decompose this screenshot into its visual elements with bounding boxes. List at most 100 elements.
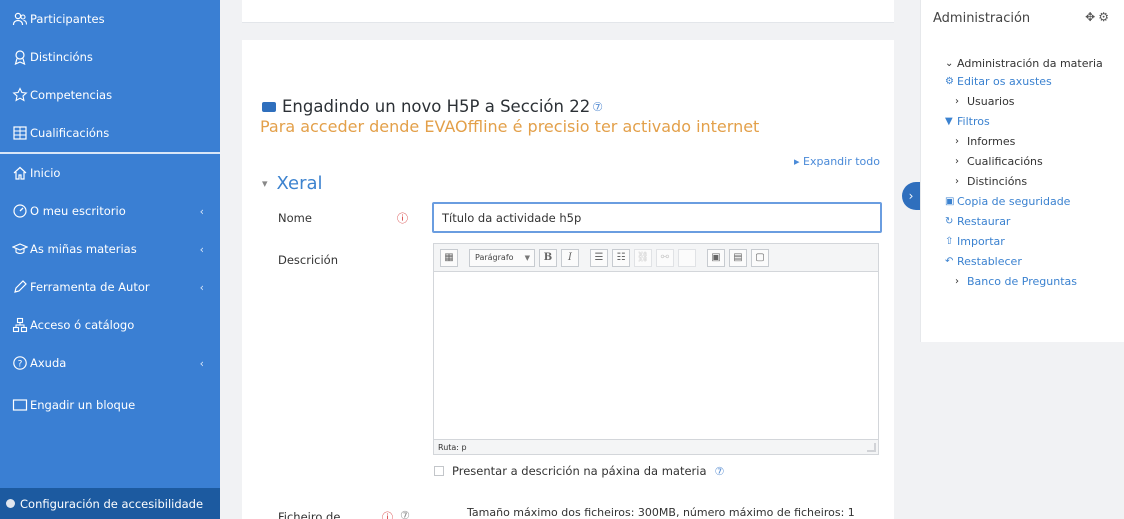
sidebar-item-label: Axuda xyxy=(30,356,67,370)
file-manager-button[interactable]: ▢ xyxy=(751,248,769,267)
chevron-left-icon: ‹ xyxy=(199,280,204,294)
admin-tree: ⌄ Administración da materia ⚙ Editar os … xyxy=(933,56,1119,292)
image-button[interactable]: ▣ xyxy=(707,248,725,267)
page-title-text: Engadindo un novo H5P a Sección 22 xyxy=(282,97,591,116)
badges-icon xyxy=(12,49,28,65)
chevron-right-icon: › xyxy=(955,156,959,167)
tree-node-label: Restaurar xyxy=(957,215,1011,228)
tree-node-grades[interactable]: › Cualificacións xyxy=(933,152,1119,172)
description-editor[interactable]: ▦ Parágrafo ▼ B I ☰ ☷ ⛓ ⚯ ▣ ▤ ▢ Ruta: p xyxy=(433,243,879,455)
tree-link-restore[interactable]: ↻ Restaurar xyxy=(933,212,1119,232)
show-description-checkbox[interactable] xyxy=(434,466,444,476)
numbered-list-button[interactable]: ☷ xyxy=(612,248,630,267)
help-icon[interactable]: ⑦ xyxy=(592,100,603,114)
sidebar-item-label: Ferramenta de Autor xyxy=(30,280,150,294)
sidebar-item-home[interactable]: Inicio xyxy=(0,154,220,192)
accessibility-label: Configuración de accesibilidade xyxy=(20,496,204,511)
chevron-right-icon: › xyxy=(908,189,914,203)
accessibility-settings[interactable]: Configuración de accesibilidade xyxy=(0,488,220,519)
import-icon: ⇧ xyxy=(945,236,954,247)
sidebar-item-dashboard[interactable]: O meu escritorio ‹ xyxy=(0,192,220,230)
name-input[interactable]: Título da actividade h5p xyxy=(432,202,882,233)
link-button[interactable]: ⛓ xyxy=(634,248,652,267)
toolbar-toggle-button[interactable]: ▦ xyxy=(440,248,458,267)
sidebar-item-participants[interactable]: Participantes xyxy=(0,0,220,38)
tree-node-course-admin[interactable]: ⌄ Administración da materia xyxy=(933,56,1119,72)
file-label: Ficheiro de xyxy=(278,510,341,519)
offline-warning: Para acceder dende EVAOffline é precisio… xyxy=(260,117,760,136)
help-icon[interactable]: ⑦ xyxy=(715,465,725,478)
description-label: Descrición xyxy=(278,253,339,267)
tree-node-label: Editar os axustes xyxy=(957,75,1052,88)
form-card: Engadindo un novo H5P a Sección 22 ⑦ Par… xyxy=(242,40,894,519)
move-icon[interactable]: ✥ xyxy=(1085,10,1098,24)
filter-icon: ▼ xyxy=(945,116,953,127)
chevron-right-icon: › xyxy=(955,136,959,147)
catalog-icon xyxy=(12,317,28,333)
tree-node-reports[interactable]: › Informes xyxy=(933,132,1119,152)
grades-icon xyxy=(12,125,28,141)
chevron-left-icon: ‹ xyxy=(199,356,204,370)
tree-link-edit-settings[interactable]: ⚙ Editar os axustes xyxy=(933,72,1119,92)
tree-link-filters[interactable]: ▼ Filtros xyxy=(933,112,1119,132)
disabled-button[interactable] xyxy=(678,248,696,267)
sidebar-item-my-courses[interactable]: As miñas materias ‹ xyxy=(0,230,220,268)
sidebar-item-author-tool[interactable]: Ferramenta de Autor ‹ xyxy=(0,268,220,306)
show-description-label: Presentar a descrición na páxina da mate… xyxy=(452,464,707,478)
toggle-blocks-button[interactable]: › xyxy=(902,182,920,210)
competencies-icon xyxy=(12,87,28,103)
file-limits: Tamaño máximo dos ficheiros: 300MB, núme… xyxy=(467,506,855,519)
tree-node-question-bank[interactable]: › Banco de Preguntas xyxy=(933,272,1119,292)
tree-node-badges[interactable]: › Distincións xyxy=(933,172,1119,192)
chevron-right-icon: › xyxy=(955,96,959,107)
sidebar-item-label: As miñas materias xyxy=(30,242,137,256)
tree-node-label: Administración da materia xyxy=(957,57,1103,70)
tree-link-reset[interactable]: ↶ Restablecer xyxy=(933,252,1119,272)
gear-icon: ⚙ xyxy=(945,76,954,87)
sidebar-item-add-block[interactable]: Engadir un bloque xyxy=(0,386,220,424)
bullet-list-button[interactable]: ☰ xyxy=(590,248,608,267)
tree-node-label: Restablecer xyxy=(957,255,1022,268)
tree-link-import[interactable]: ⇧ Importar xyxy=(933,232,1119,252)
resize-handle[interactable] xyxy=(867,443,876,452)
tree-link-backup[interactable]: ▣ Copia de seguridade xyxy=(933,192,1119,212)
accessibility-icon xyxy=(6,499,15,508)
paragraph-format-select[interactable]: Parágrafo ▼ xyxy=(469,248,535,267)
help-icon: ? xyxy=(12,355,28,371)
editor-toolbar: ▦ Parágrafo ▼ B I ☰ ☷ ⛓ ⚯ ▣ ▤ ▢ xyxy=(434,244,878,272)
sidebar-item-competencies[interactable]: Competencias xyxy=(0,76,220,114)
italic-button[interactable]: I xyxy=(561,248,579,267)
bold-button[interactable]: B xyxy=(539,248,557,267)
sidebar-item-catalog[interactable]: Acceso ó catálogo xyxy=(0,306,220,344)
tree-node-label: Distincións xyxy=(967,175,1028,188)
tree-node-label: Copia de seguridade xyxy=(957,195,1071,208)
sidebar-item-label: Acceso ó catálogo xyxy=(30,318,135,332)
home-icon xyxy=(12,165,28,181)
sidebar-item-grades[interactable]: Cualificacións xyxy=(0,114,220,152)
tree-node-label: Cualificacións xyxy=(967,155,1043,168)
sidebar: Participantes Distincións Competencias C… xyxy=(0,0,220,519)
sidebar-item-label: Cualificacións xyxy=(30,126,110,140)
help-icon[interactable]: ⑦ xyxy=(400,509,410,519)
sidebar-item-help[interactable]: ? Axuda ‹ xyxy=(0,344,220,382)
admin-title: Administración xyxy=(933,11,1031,26)
h5p-icon xyxy=(262,101,276,112)
unlink-button[interactable]: ⚯ xyxy=(656,248,674,267)
tree-node-label: Usuarios xyxy=(967,95,1015,108)
expand-all-link[interactable]: ▸ Expandir todo xyxy=(794,155,880,168)
sidebar-item-label: O meu escritorio xyxy=(30,204,126,218)
chevron-left-icon: ‹ xyxy=(199,242,204,256)
gear-icon[interactable]: ⚙ xyxy=(1098,10,1112,24)
participants-icon xyxy=(12,11,28,27)
block-icon xyxy=(12,397,28,413)
section-general[interactable]: ▾ Xeral xyxy=(262,173,323,194)
editor-path: Ruta: p xyxy=(438,442,467,452)
sidebar-item-badges[interactable]: Distincións xyxy=(0,38,220,76)
sidebar-item-label: Participantes xyxy=(30,12,105,26)
name-label: Nome xyxy=(278,211,312,225)
tree-node-users[interactable]: › Usuarios xyxy=(933,92,1119,112)
media-button[interactable]: ▤ xyxy=(729,248,747,267)
reset-icon: ↶ xyxy=(945,256,954,267)
courses-icon xyxy=(12,241,28,257)
caret-down-icon: ▾ xyxy=(262,177,268,190)
